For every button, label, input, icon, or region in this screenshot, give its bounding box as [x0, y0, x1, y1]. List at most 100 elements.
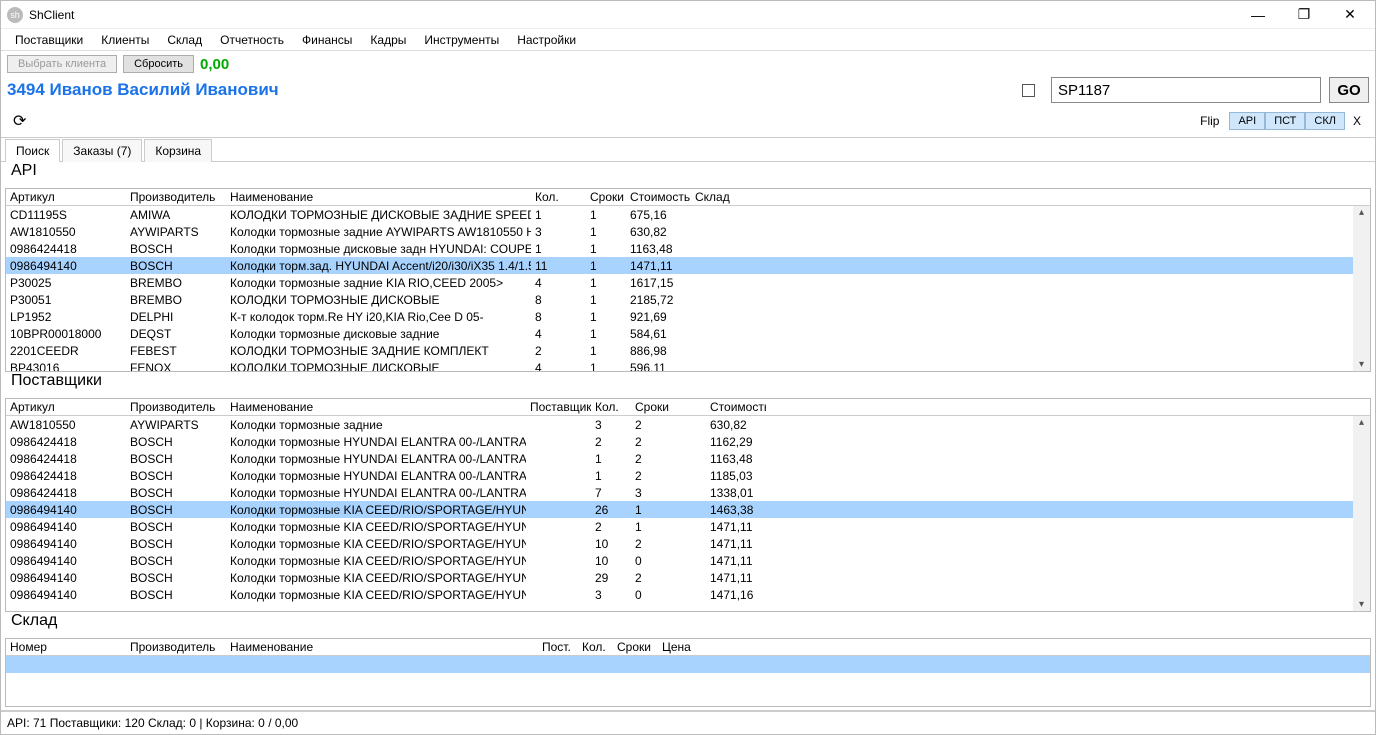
skl-hdr-qty[interactable]: Кол.	[578, 640, 613, 654]
maximize-button[interactable]: ❐	[1281, 1, 1327, 29]
table-row[interactable]	[6, 656, 1370, 673]
cell: 886,98	[626, 344, 691, 358]
cell: 3	[531, 225, 586, 239]
sup-hdr-qty[interactable]: Кол.	[591, 400, 631, 414]
sup-hdr-cost[interactable]: Стоимость	[706, 400, 766, 414]
table-row[interactable]: 0986424418BOSCHКолодки тормозные HYUNDAI…	[6, 467, 1353, 484]
sup-hdr-suppliers[interactable]: Поставщики	[526, 400, 591, 414]
table-row[interactable]: 0986424418BOSCHКолодки тормозные HYUNDAI…	[6, 484, 1353, 501]
chip-skl[interactable]: СКЛ	[1305, 112, 1345, 130]
suppliers-scrollbar[interactable]: ▴ ▾	[1353, 416, 1370, 611]
cell: Колодки тормозные задние	[226, 418, 526, 432]
cell: 2	[631, 452, 706, 466]
flip-label[interactable]: Flip	[1190, 112, 1229, 130]
client-name[interactable]: 3494 Иванов Василий Иванович	[7, 80, 1014, 100]
skl-hdr-number[interactable]: Номер	[6, 640, 126, 654]
minimize-button[interactable]: ―	[1235, 1, 1281, 29]
table-row[interactable]: AW1810550AYWIPARTSКолодки тормозные задн…	[6, 416, 1353, 433]
cell: 0986494140	[6, 571, 126, 585]
menu-suppliers[interactable]: Поставщики	[7, 31, 91, 49]
table-row[interactable]: 10BPR00018000DEQSTКолодки тормозные диск…	[6, 325, 1353, 342]
skl-hdr-term[interactable]: Сроки	[613, 640, 658, 654]
skl-hdr-post[interactable]: Пост.	[538, 640, 578, 654]
scroll-down-icon[interactable]: ▾	[1359, 358, 1364, 371]
flip-checkbox-placeholder[interactable]	[1022, 84, 1035, 97]
cell: 1	[586, 259, 626, 273]
tab-search[interactable]: Поиск	[5, 139, 60, 162]
scroll-up-icon[interactable]: ▴	[1359, 206, 1364, 219]
cell: 1338,01	[706, 486, 766, 500]
api-hdr-qty[interactable]: Кол.	[531, 190, 586, 204]
cell: LP1952	[6, 310, 126, 324]
table-row[interactable]: P30025BREMBOКолодки тормозные задние KIA…	[6, 274, 1353, 291]
table-row[interactable]: 0986494140BOSCHКолодки тормозные KIA CEE…	[6, 518, 1353, 535]
chip-api[interactable]: API	[1229, 112, 1265, 130]
table-row[interactable]: 2201CEEDRFEBESTКОЛОДКИ ТОРМОЗНЫЕ ЗАДНИЕ …	[6, 342, 1353, 359]
api-hdr-name[interactable]: Наименование	[226, 190, 531, 204]
table-row[interactable]: 0986494140BOSCHКолодки тормозные KIA CEE…	[6, 569, 1353, 586]
sup-hdr-manufacturer[interactable]: Производитель	[126, 400, 226, 414]
table-row[interactable]: 0986424418BOSCHКолодки тормозные HYUNDAI…	[6, 433, 1353, 450]
cell: 630,82	[626, 225, 691, 239]
table-row[interactable]: AW1810550AYWIPARTSКолодки тормозные задн…	[6, 223, 1353, 240]
api-hdr-wh[interactable]: Склад	[691, 190, 751, 204]
table-row[interactable]: 0986494140BOSCHКолодки тормозные KIA CEE…	[6, 552, 1353, 569]
menu-reports[interactable]: Отчетность	[212, 31, 292, 49]
scroll-up-icon[interactable]: ▴	[1359, 416, 1364, 429]
menu-tools[interactable]: Инструменты	[416, 31, 507, 49]
cell: 1	[586, 344, 626, 358]
cell: 1	[631, 503, 706, 517]
table-row[interactable]: 0986424418BOSCHКолодки тормозные HYUNDAI…	[6, 450, 1353, 467]
search-input[interactable]	[1051, 77, 1321, 103]
table-row[interactable]: 0986494140BOSCHКолодки тормозные KIA CEE…	[6, 586, 1353, 603]
api-hdr-term[interactable]: Сроки	[586, 190, 626, 204]
table-row[interactable]: 0986494140BOSCHКолодки тормозные KIA CEE…	[6, 535, 1353, 552]
skl-hdr-manufacturer[interactable]: Производитель	[126, 640, 226, 654]
cell: 29	[591, 571, 631, 585]
api-hdr-article[interactable]: Артикул	[6, 190, 126, 204]
table-row[interactable]: BP43016FENOXКОЛОДКИ ТОРМОЗНЫЕ ДИСКОВЫЕ41…	[6, 359, 1353, 371]
sup-hdr-name[interactable]: Наименование	[226, 400, 526, 414]
cell: 1	[591, 469, 631, 483]
sup-hdr-article[interactable]: Артикул	[6, 400, 126, 414]
close-panel-button[interactable]: X	[1345, 112, 1369, 130]
cell: 1	[586, 310, 626, 324]
cell: 1162,29	[706, 435, 766, 449]
table-row[interactable]: P30051BREMBOКОЛОДКИ ТОРМОЗНЫЕ ДИСКОВЫЕ81…	[6, 291, 1353, 308]
cell: CD11195S	[6, 208, 126, 222]
go-button[interactable]: GO	[1329, 77, 1369, 103]
chip-pst[interactable]: ПСТ	[1265, 112, 1305, 130]
api-hdr-manufacturer[interactable]: Производитель	[126, 190, 226, 204]
menu-settings[interactable]: Настройки	[509, 31, 584, 49]
tab-orders[interactable]: Заказы (7)	[62, 139, 142, 162]
sup-hdr-term[interactable]: Сроки	[631, 400, 706, 414]
table-row[interactable]: CD11195SAMIWAКОЛОДКИ ТОРМОЗНЫЕ ДИСКОВЫЕ …	[6, 206, 1353, 223]
close-button[interactable]: ✕	[1327, 1, 1373, 29]
cell: 1	[631, 520, 706, 534]
cell: Колодки тормозные KIA CEED/RIO/SPORTAGE/…	[226, 537, 526, 551]
table-row[interactable]: 0986424418BOSCHКолодки тормозные дисковы…	[6, 240, 1353, 257]
table-row[interactable]: 0986494140BOSCHКолодки тормозные KIA CEE…	[6, 501, 1353, 518]
table-row[interactable]: LP1952DELPHIК-т колодок торм.Re HY i20,K…	[6, 308, 1353, 325]
menu-warehouse[interactable]: Склад	[159, 31, 210, 49]
menu-finance[interactable]: Финансы	[294, 31, 360, 49]
select-client-button[interactable]: Выбрать клиента	[7, 55, 117, 73]
cell: 1471,11	[706, 554, 766, 568]
scroll-down-icon[interactable]: ▾	[1359, 598, 1364, 611]
tab-cart[interactable]: Корзина	[144, 139, 212, 162]
cell: 2	[531, 344, 586, 358]
cell: DEQST	[126, 327, 226, 341]
table-row[interactable]: 0986494140BOSCHКолодки торм.зад. HYUNDAI…	[6, 257, 1353, 274]
reset-button[interactable]: Сбросить	[123, 55, 194, 73]
menu-clients[interactable]: Клиенты	[93, 31, 157, 49]
cell: Колодки тормозные задние KIA RIO,CEED 20…	[226, 276, 531, 290]
cell: 0986424418	[6, 242, 126, 256]
cell: BP43016	[6, 361, 126, 372]
skl-hdr-price[interactable]: Цена	[658, 640, 713, 654]
cell: 630,82	[706, 418, 766, 432]
menu-hr[interactable]: Кадры	[362, 31, 414, 49]
api-scrollbar[interactable]: ▴ ▾	[1353, 206, 1370, 371]
api-hdr-cost[interactable]: Стоимость	[626, 190, 691, 204]
refresh-icon[interactable]: ⟳	[7, 109, 32, 133]
skl-hdr-name[interactable]: Наименование	[226, 640, 538, 654]
